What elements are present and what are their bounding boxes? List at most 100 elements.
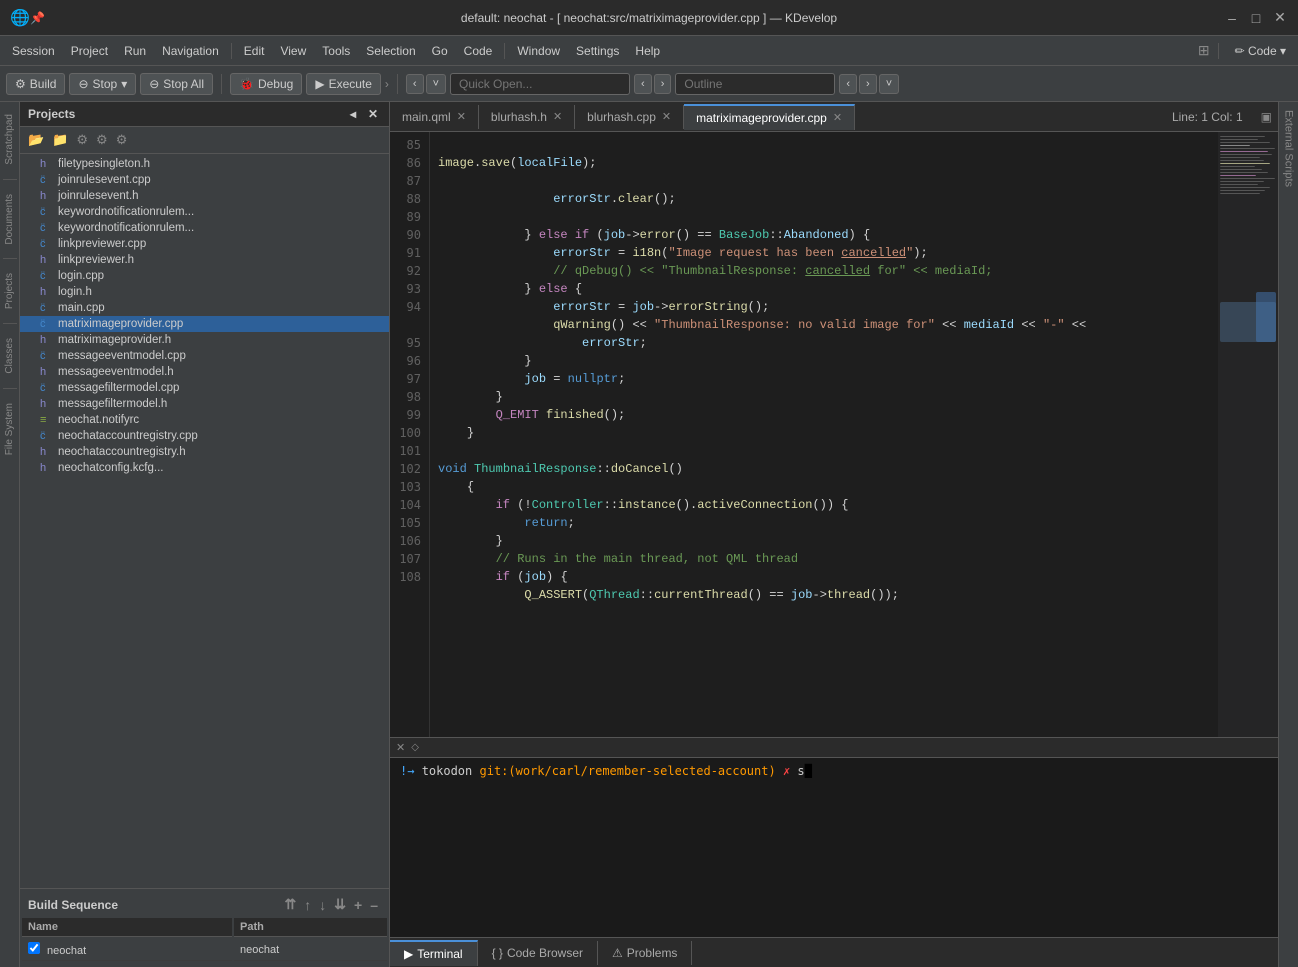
remove-build-button[interactable]: –: [367, 897, 381, 913]
scroll-bottom-button[interactable]: ⇊: [331, 896, 349, 913]
build-icon: ⚙: [15, 77, 26, 91]
expand-icon: ◂: [345, 106, 361, 122]
menu-project[interactable]: Project: [63, 40, 116, 62]
tab-matriximageprovider-cpp[interactable]: matriximageprovider.cpp ✕: [684, 104, 855, 130]
menu-selection[interactable]: Selection: [358, 40, 423, 62]
stop-all-button[interactable]: ⊖ Stop All: [140, 73, 213, 95]
scroll-down-button[interactable]: ↓: [316, 897, 329, 913]
minimap-svg: [1218, 132, 1278, 572]
tree-item-joinrulesevent-cpp[interactable]: c̈ joinrulesevent.cpp: [20, 172, 389, 188]
outline-forward-button[interactable]: ›: [654, 74, 672, 94]
titlebar: 🌐 📌 default: neochat - [ neochat:src/mat…: [0, 0, 1298, 36]
scroll-top-button[interactable]: ⇈: [282, 896, 300, 913]
projects-panel-label[interactable]: Projects: [2, 265, 17, 317]
terminal-content[interactable]: !→ tokodon git:(work/carl/remember-selec…: [390, 758, 1278, 937]
panel-right-icon[interactable]: ▣: [1255, 110, 1278, 124]
tree-item-messageeventmodel-h[interactable]: h messageeventmodel.h: [20, 364, 389, 380]
scratchpad-panel-label[interactable]: Scratchpad: [2, 106, 17, 173]
stop-all-icon: ⊖: [149, 77, 159, 91]
tree-item-matriximageprovider-h[interactable]: h matriximageprovider.h: [20, 332, 389, 348]
close-button[interactable]: ✕: [1272, 10, 1288, 26]
outline-nav-down[interactable]: ˅: [879, 74, 899, 94]
tree-item-kwnotif2-cpp[interactable]: c̈ keywordnotificationrulem...: [20, 220, 389, 236]
build-button[interactable]: ⚙ Build: [6, 73, 65, 95]
menu-code[interactable]: Code: [456, 40, 501, 62]
tree-item-login-h[interactable]: h login.h: [20, 284, 389, 300]
add-build-button[interactable]: +: [351, 897, 365, 913]
debug-icon: 🐞: [239, 77, 254, 91]
code-mode-button[interactable]: ✏ Code ▾: [1227, 40, 1294, 62]
tree-item-messageeventmodel-cpp[interactable]: c̈ messageeventmodel.cpp: [20, 348, 389, 364]
btab-code-browser[interactable]: { } Code Browser: [478, 941, 598, 965]
menu-window[interactable]: Window: [509, 40, 568, 62]
outline-nav-forward[interactable]: ›: [859, 74, 877, 94]
menu-run[interactable]: Run: [116, 40, 154, 62]
menu-session[interactable]: Session: [4, 40, 63, 62]
settings2-icon[interactable]: ⚙: [94, 130, 110, 150]
tree-item-kwnotif1-cpp[interactable]: c̈ keywordnotificationrulem...: [20, 204, 389, 220]
maximize-button[interactable]: □: [1248, 10, 1264, 26]
bottom-tabbar: ▶ Terminal { } Code Browser ⚠ Problems: [390, 937, 1278, 967]
btab-terminal[interactable]: ▶ Terminal: [390, 940, 478, 966]
terminal-close-icon[interactable]: ✕: [396, 741, 405, 754]
nav-back-button[interactable]: ‹: [406, 74, 424, 94]
menu-settings[interactable]: Settings: [568, 40, 627, 62]
open-folder-icon[interactable]: 📂: [26, 130, 46, 150]
documents-panel-label[interactable]: Documents: [2, 186, 17, 253]
menu-go[interactable]: Go: [424, 40, 456, 62]
debug-button[interactable]: 🐞 Debug: [230, 73, 302, 95]
tree-item-linkpreviewer-h[interactable]: h linkpreviewer.h: [20, 252, 389, 268]
menu-navigation[interactable]: Navigation: [154, 40, 227, 62]
tree-item-main-cpp[interactable]: c̈ main.cpp: [20, 300, 389, 316]
menu-edit[interactable]: Edit: [236, 40, 273, 62]
menu-view[interactable]: View: [272, 40, 314, 62]
panel-close-icon[interactable]: ✕: [365, 106, 381, 122]
tree-item-filetypesingleton-h[interactable]: h filetypesingleton.h: [20, 156, 389, 172]
tab-blurhash-h[interactable]: blurhash.h ✕: [479, 105, 575, 129]
minimize-button[interactable]: –: [1224, 10, 1240, 26]
build-row-path: neochat: [234, 939, 387, 961]
filesystem-panel-label[interactable]: File System: [2, 395, 17, 463]
file-h-icon: h: [40, 334, 54, 346]
classes-panel-label[interactable]: Classes: [2, 330, 17, 382]
file-cpp-icon: c̈: [40, 430, 54, 442]
build-row-checkbox[interactable]: [28, 942, 40, 954]
tree-item-neochataccountreg-h[interactable]: h neochataccountregistry.h: [20, 444, 389, 460]
outline-input[interactable]: [675, 73, 835, 95]
tree-item-linkpreviewer-cpp[interactable]: c̈ linkpreviewer.cpp: [20, 236, 389, 252]
tree-item-messagefiltermodel-h[interactable]: h messagefiltermodel.h: [20, 396, 389, 412]
stop-button[interactable]: ⊖ Stop ▾: [69, 73, 136, 95]
code-area[interactable]: image.save(localFile); errorStr.clear();…: [430, 132, 1218, 737]
tab-main-qml[interactable]: main.qml ✕: [390, 105, 479, 129]
tab-close-icon[interactable]: ✕: [662, 110, 671, 123]
tree-item-matriximageprovider-cpp[interactable]: c̈ matriximageprovider.cpp: [20, 316, 389, 332]
nav-forward-dropdown[interactable]: ˅: [426, 74, 446, 94]
tree-item-messagefiltermodel-cpp[interactable]: c̈ messagefiltermodel.cpp: [20, 380, 389, 396]
execute-button[interactable]: ▶ Execute: [306, 73, 381, 95]
tree-item-login-cpp[interactable]: c̈ login.cpp: [20, 268, 389, 284]
menu-help[interactable]: Help: [627, 40, 668, 62]
tab-close-icon[interactable]: ✕: [833, 111, 842, 124]
quick-open-input[interactable]: [450, 73, 630, 95]
editor-tabbar: main.qml ✕ blurhash.h ✕ blurhash.cpp ✕ m…: [390, 102, 1278, 132]
build-row[interactable]: neochat neochat: [22, 939, 387, 961]
tab-blurhash-cpp[interactable]: blurhash.cpp ✕: [575, 105, 684, 129]
menu-tools[interactable]: Tools: [314, 40, 358, 62]
outline-back-button[interactable]: ‹: [634, 74, 652, 94]
outline-nav-back[interactable]: ‹: [839, 74, 857, 94]
more-icon[interactable]: ›: [385, 77, 389, 91]
settings3-icon[interactable]: ⚙: [114, 130, 130, 150]
tree-item-neochatconfig[interactable]: h neochatconfig.kcfg...: [20, 460, 389, 476]
tab-close-icon[interactable]: ✕: [553, 110, 562, 123]
file-rc-icon: ≡: [40, 414, 54, 426]
tree-item-neochataccountreg-cpp[interactable]: c̈ neochataccountregistry.cpp: [20, 428, 389, 444]
tab-close-icon[interactable]: ✕: [457, 110, 466, 123]
execute-icon: ▶: [315, 77, 324, 91]
tree-item-joinrulesevent-h[interactable]: h joinrulesevent.h: [20, 188, 389, 204]
folder-icon[interactable]: 📁: [50, 130, 70, 150]
external-scripts-label[interactable]: External Scripts: [1281, 102, 1297, 195]
btab-problems[interactable]: ⚠ Problems: [598, 941, 692, 965]
tree-item-neochat-notifyrc[interactable]: ≡ neochat.notifyrc: [20, 412, 389, 428]
settings-icon[interactable]: ⚙: [74, 130, 90, 150]
scroll-up-button[interactable]: ↑: [301, 897, 314, 913]
